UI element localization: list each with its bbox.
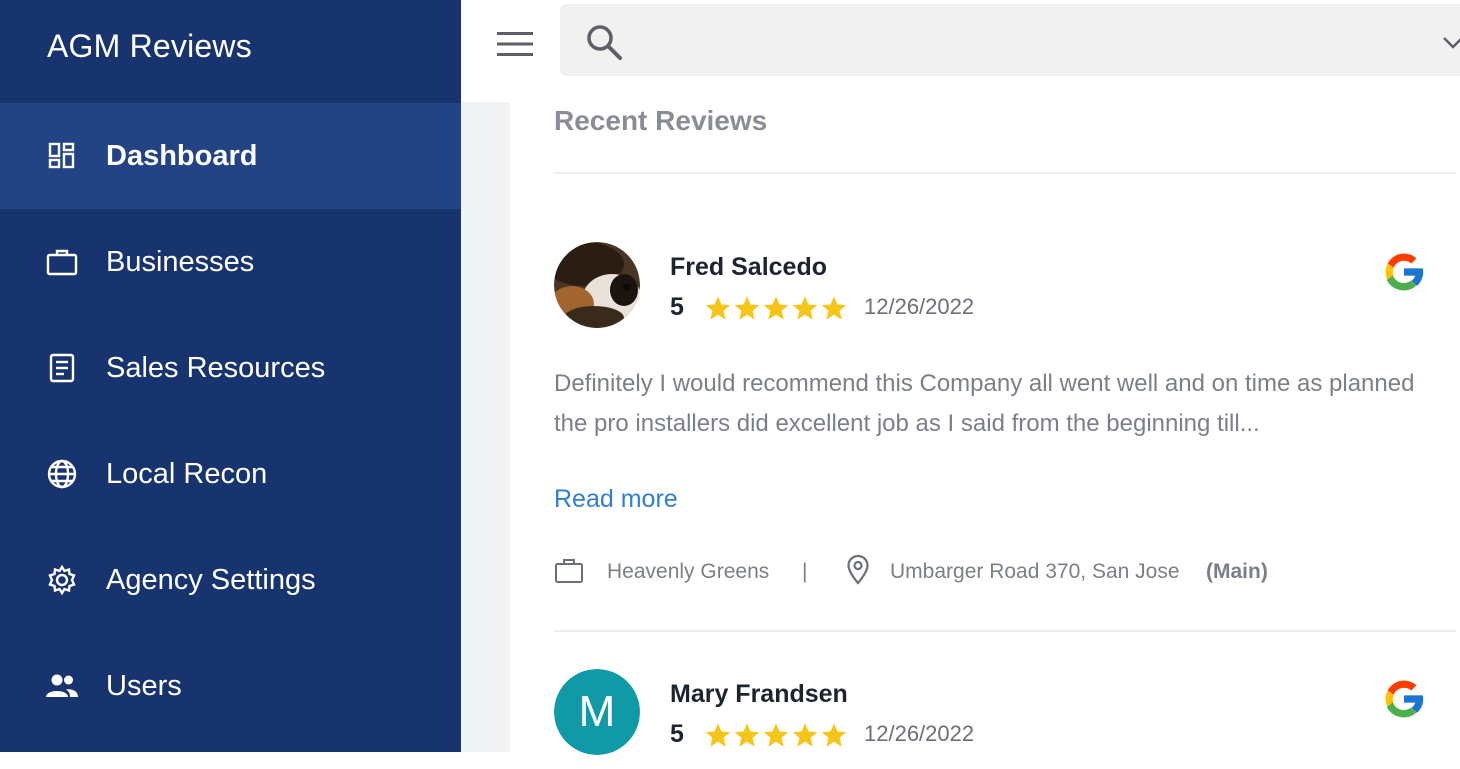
divider bbox=[554, 172, 1456, 174]
briefcase-icon bbox=[555, 559, 583, 583]
users-icon bbox=[45, 669, 79, 703]
sidebar-item-agency-settings[interactable]: Agency Settings bbox=[0, 527, 461, 633]
sidebar-item-label: Dashboard bbox=[106, 139, 258, 172]
sidebar-item-label: Businesses bbox=[106, 245, 255, 278]
star-icon bbox=[792, 296, 818, 320]
section-title: Recent Reviews bbox=[554, 105, 768, 136]
review-meta: Heavenly Greens | Umbarger Road 370, San… bbox=[554, 554, 1434, 590]
sidebar-item-businesses[interactable]: Businesses bbox=[0, 209, 461, 315]
location-tag: (Main) bbox=[1206, 560, 1268, 583]
topbar bbox=[461, 0, 1460, 102]
gear-icon bbox=[45, 563, 79, 597]
star-rating bbox=[704, 294, 848, 322]
avatar-letter: M bbox=[554, 669, 640, 755]
rating-value: 5 bbox=[670, 720, 684, 748]
briefcase-icon bbox=[45, 245, 79, 279]
business-address: Umbarger Road 370, San Jose bbox=[890, 560, 1180, 583]
sidebar: AGM Reviews Dashboard Businesses Sales R… bbox=[0, 0, 461, 752]
chevron-down-icon[interactable] bbox=[1440, 30, 1460, 56]
menu-button[interactable] bbox=[495, 24, 535, 64]
search-icon bbox=[587, 25, 622, 60]
document-icon bbox=[45, 351, 79, 385]
sidebar-item-label: Local Recon bbox=[106, 457, 268, 490]
review-date: 12/26/2022 bbox=[864, 294, 975, 319]
hamburger-icon bbox=[497, 32, 533, 56]
meta-separator: | bbox=[802, 560, 808, 583]
search-input[interactable] bbox=[640, 18, 1420, 62]
star-rating bbox=[704, 721, 848, 749]
dashboard-icon bbox=[45, 139, 79, 173]
sidebar-item-label: Agency Settings bbox=[106, 563, 316, 596]
review-card: Fred Salcedo 5 12/26/2022 Definitely I w… bbox=[554, 242, 1444, 622]
star-icon bbox=[705, 296, 731, 320]
location-pin-icon bbox=[847, 554, 869, 585]
globe-icon bbox=[45, 457, 79, 491]
avatar[interactable]: M bbox=[554, 669, 640, 755]
reviewer-name: Mary Frandsen bbox=[670, 680, 848, 708]
star-icon bbox=[734, 296, 760, 320]
star-icon bbox=[705, 723, 731, 747]
read-more-link[interactable]: Read more bbox=[554, 485, 678, 514]
reviewer-name: Fred Salcedo bbox=[670, 253, 827, 281]
review-card: M Mary Frandsen 5 12/26/2022 bbox=[554, 669, 1444, 769]
sidebar-item-dashboard[interactable]: Dashboard bbox=[0, 103, 461, 209]
sidebar-item-label: Sales Resources bbox=[106, 351, 326, 384]
star-icon bbox=[821, 723, 847, 747]
sidebar-item-label: Users bbox=[106, 669, 182, 702]
google-icon bbox=[1385, 253, 1424, 291]
recent-reviews-panel: Recent Reviews Fred Salcedo 5 12/26/2022… bbox=[510, 102, 1460, 755]
avatar[interactable] bbox=[554, 242, 640, 328]
star-icon bbox=[734, 723, 760, 747]
rating-value: 5 bbox=[670, 293, 684, 321]
google-icon bbox=[1385, 680, 1424, 718]
review-date: 12/26/2022 bbox=[864, 721, 975, 746]
sidebar-item-sales-resources[interactable]: Sales Resources bbox=[0, 315, 461, 421]
content-gutter bbox=[461, 102, 510, 752]
search-bar bbox=[560, 4, 1460, 76]
star-icon bbox=[763, 296, 789, 320]
sidebar-item-users[interactable]: Users bbox=[0, 633, 461, 739]
divider bbox=[554, 630, 1456, 632]
review-text: Definitely I would recommend this Compan… bbox=[554, 370, 1415, 437]
sidebar-item-local-recon[interactable]: Local Recon bbox=[0, 421, 461, 527]
star-icon bbox=[792, 723, 818, 747]
business-name[interactable]: Heavenly Greens bbox=[607, 560, 769, 584]
star-icon bbox=[821, 296, 847, 320]
app-title: AGM Reviews bbox=[47, 28, 252, 64]
star-icon bbox=[763, 723, 789, 747]
